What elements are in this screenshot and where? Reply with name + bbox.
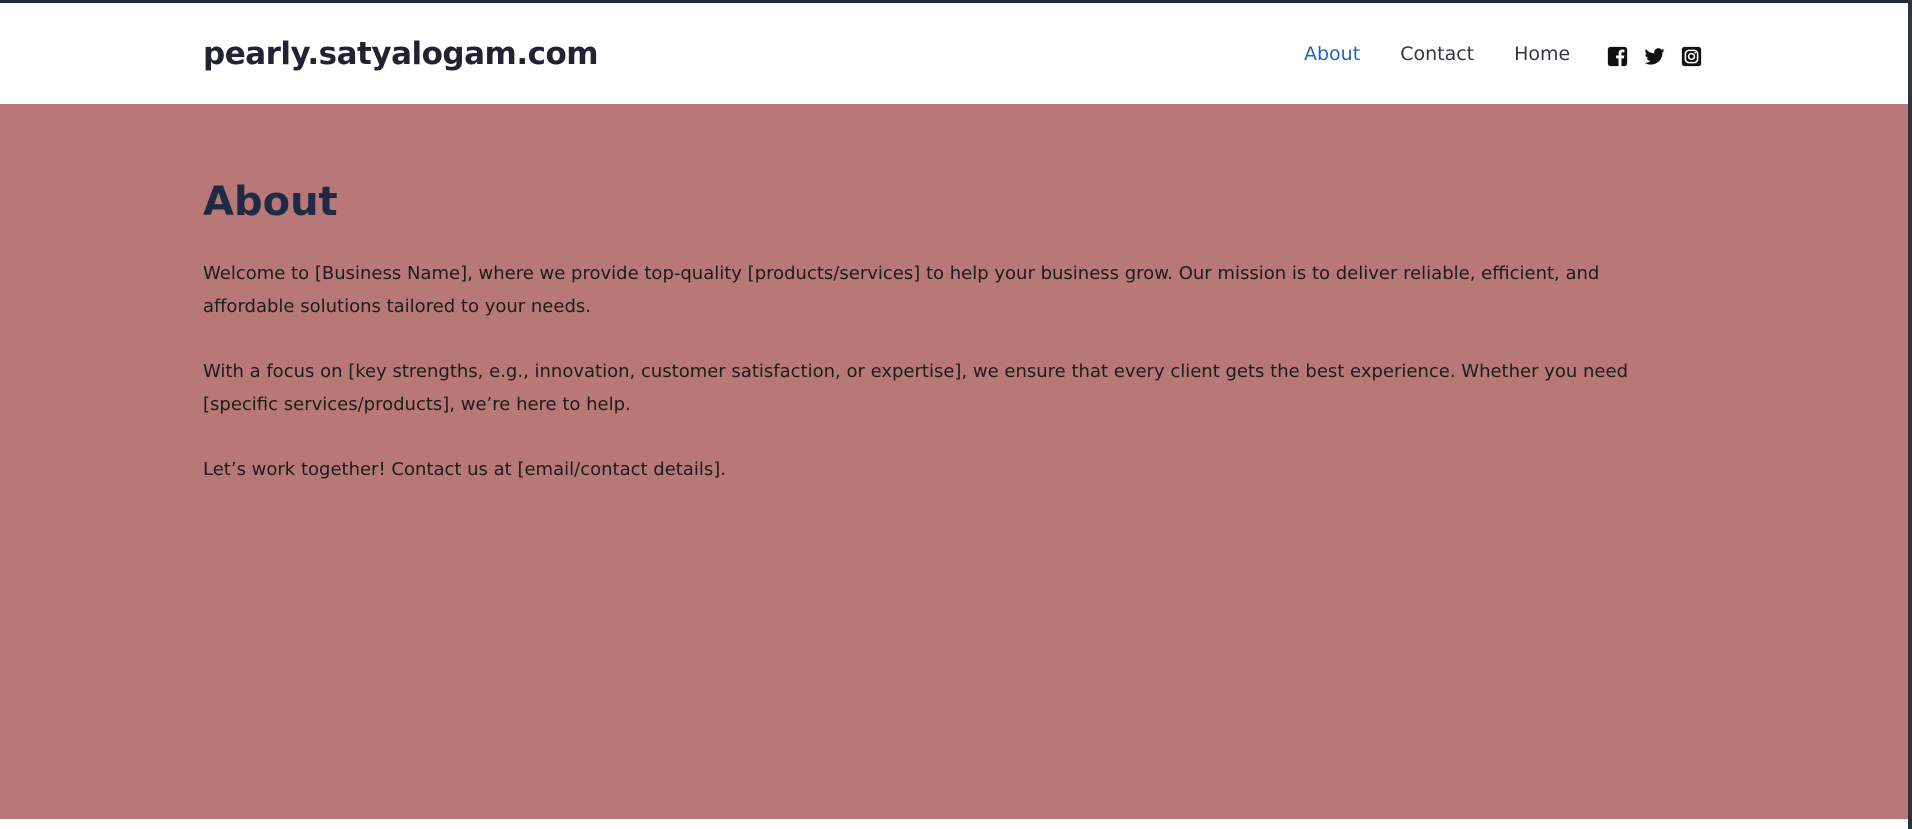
about-text: Welcome to [Business Name], where we pro… (203, 257, 1683, 518)
window-right-edge (1908, 0, 1912, 829)
nav-item-contact[interactable]: Contact (1400, 43, 1474, 65)
page-title: About (203, 179, 338, 225)
main-content: About Welcome to [Business Name], where … (0, 104, 1908, 819)
site-title[interactable]: pearly.satyalogam.com (203, 36, 599, 72)
twitter-icon[interactable] (1644, 46, 1665, 67)
site-header: pearly.satyalogam.com About Contact Home (0, 3, 1908, 104)
social-links (1607, 46, 1718, 67)
nav-item-about[interactable]: About (1304, 43, 1360, 65)
main-nav: About Contact Home (1304, 43, 1610, 65)
paragraph-focus: With a focus on [key strengths, e.g., in… (203, 361, 1628, 415)
nav-item-home[interactable]: Home (1514, 43, 1570, 65)
paragraph-contact: Let’s work together! Contact us at [emai… (203, 459, 726, 480)
paragraph-intro: Welcome to [Business Name], where we pro… (203, 263, 1600, 317)
facebook-icon[interactable] (1607, 46, 1628, 67)
footer-strip (0, 819, 1908, 829)
page: pearly.satyalogam.com About Contact Home… (0, 0, 1912, 829)
instagram-icon[interactable] (1681, 46, 1702, 67)
